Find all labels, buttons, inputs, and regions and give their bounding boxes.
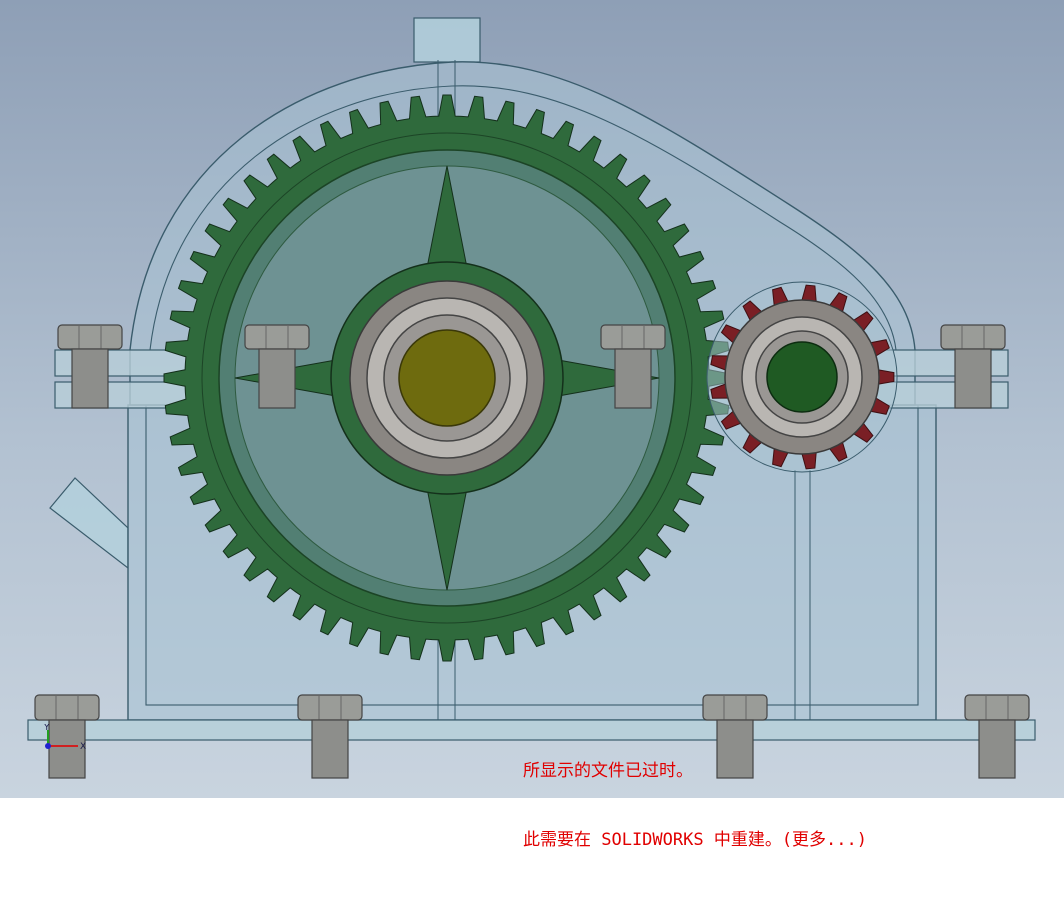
bolt-head — [964, 694, 1030, 721]
gear-reducer-model[interactable] — [0, 0, 1064, 798]
bolt-head — [34, 694, 100, 721]
notice-line-2[interactable]: 此需要在 SOLIDWORKS 中重建。(更多...) — [523, 829, 867, 852]
pinion-shaft — [766, 341, 838, 413]
bolt-shank — [311, 719, 349, 779]
y-axis-label: Y — [43, 724, 50, 733]
bolt-head — [940, 324, 1006, 350]
bolt-head — [244, 324, 310, 350]
rebuild-notice[interactable]: 所显示的文件已过时。 此需要在 SOLIDWORKS 中重建。(更多...) — [523, 714, 867, 898]
oil-filler-neck — [413, 17, 481, 63]
bolt-head — [600, 324, 666, 350]
notice-line-1: 所显示的文件已过时。 — [523, 761, 693, 781]
bolt-shank — [258, 348, 296, 409]
bolt-head — [297, 694, 363, 721]
x-axis-label: X — [80, 742, 86, 752]
large-shaft — [398, 329, 496, 427]
pinion-gear[interactable] — [706, 281, 898, 473]
bolt-shank — [954, 348, 992, 409]
bolt-head — [57, 324, 123, 350]
graphics-viewport[interactable]: X Y 所显示的文件已过时。 此需要在 SOLIDWORKS 中重建。(更多..… — [0, 0, 1064, 850]
bolt-shank — [978, 719, 1016, 779]
z-axis-icon — [45, 743, 51, 749]
axis-triad: X Y — [43, 724, 86, 752]
bolt-shank — [71, 348, 109, 409]
bolt-shank — [614, 348, 652, 409]
dipstick-tube — [49, 477, 129, 570]
